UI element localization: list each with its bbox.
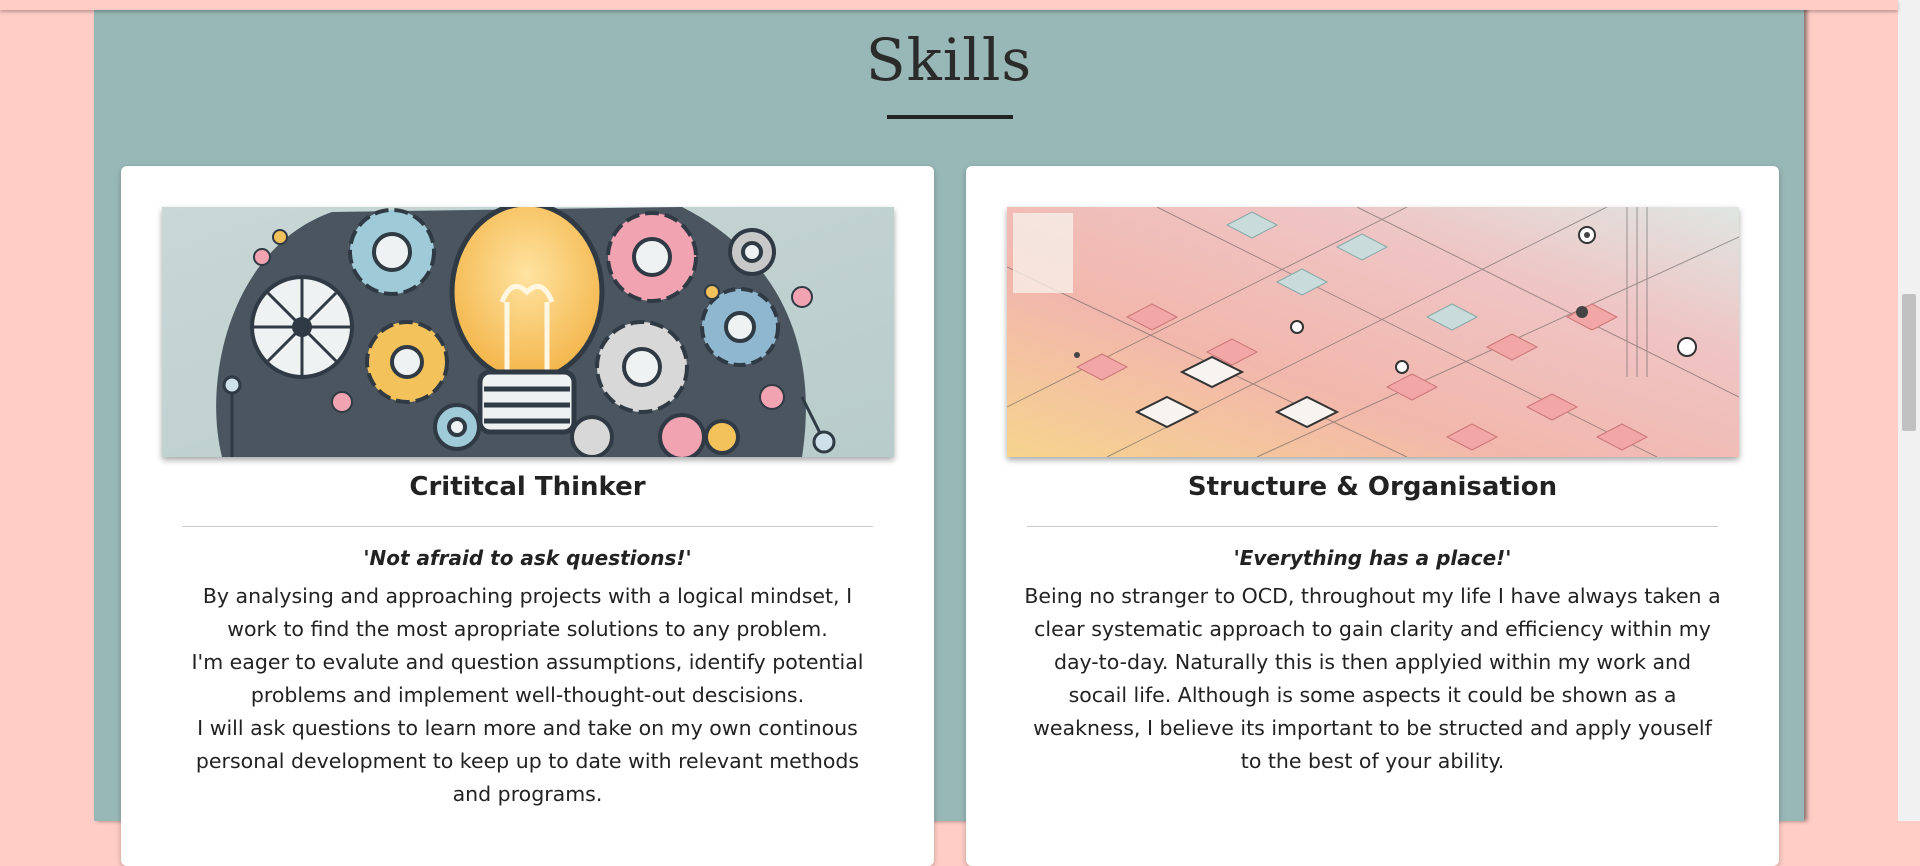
vertical-scrollbar[interactable] [1898,0,1920,821]
section-title: Skills [865,26,1033,94]
card-heading: Crititcal Thinker [409,472,646,502]
card-paragraph: I will ask questions to learn more and t… [195,716,860,806]
skill-card-critical-thinker: Crititcal Thinker 'Not afraid to ask que… [121,166,934,866]
card-description: By analysing and approaching projects wi… [179,580,876,811]
card-divider [182,526,873,527]
card-divider [1027,526,1718,527]
card-quote: 'Everything has a place!' [1233,546,1512,570]
card-heading: Structure & Organisation [1187,472,1558,502]
top-navbar-edge [0,0,1898,10]
card-paragraph: By analysing and approaching projects wi… [202,584,853,641]
skills-section: Skills Crititcal Thinker 'Not afraid to … [94,0,1804,866]
card-paragraph: Being no stranger to OCD, throughout my … [1024,584,1721,773]
skill-card-structure-organisation: Structure & Organisation 'Everything has… [966,166,1779,866]
scrollbar-thumb[interactable] [1902,294,1916,431]
card-quote: 'Not afraid to ask questions!' [363,546,692,570]
title-underline [887,115,1013,119]
card-description: Being no stranger to OCD, throughout my … [1024,580,1721,778]
card-paragraph: I'm eager to evalute and question assump… [191,650,864,707]
isometric-network-image [1007,207,1739,457]
lightbulb-gears-image [162,207,894,457]
